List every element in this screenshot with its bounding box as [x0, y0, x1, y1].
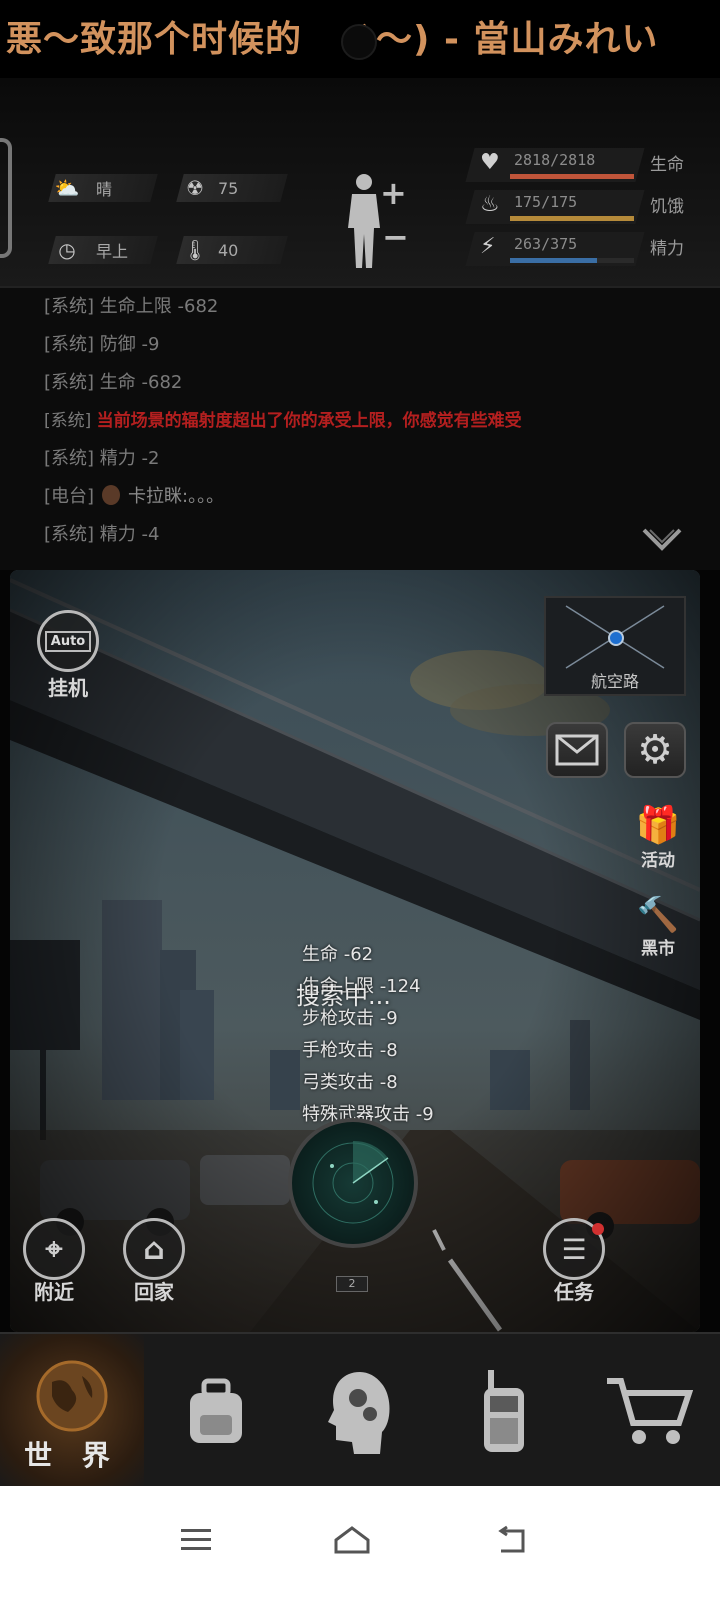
mail-button[interactable] [546, 722, 608, 778]
minimap[interactable]: 航空路 [544, 596, 686, 696]
music-title-banner: 悪～致那个时候的 ゞ～) - 當山みれい [0, 0, 720, 78]
auto-label: 挂机 [48, 676, 88, 700]
menu-icon [181, 1529, 211, 1550]
home-label: 回家 [134, 1280, 174, 1304]
temperature-value: 40 [218, 240, 239, 260]
vital-hunger: ♨ 175/175 饥饿 [465, 190, 720, 228]
tab-world[interactable]: 世 界 [0, 1334, 144, 1488]
hunger-value: 175/175 [514, 193, 578, 211]
shopping-cart-icon [607, 1378, 693, 1444]
tab-skills[interactable] [288, 1334, 432, 1488]
chevron-down-icon[interactable] [642, 526, 682, 556]
health-label: 生命 [650, 155, 684, 175]
log-line-alert: [系统] 当前场景的辐射度超出了你的承受上限，你感觉有些难受 [44, 411, 522, 431]
menu-button[interactable] [166, 1510, 226, 1570]
song-title: 悪～致那个时候的 ゞ～) - 當山みれい [6, 19, 659, 60]
radar-icon [312, 1140, 394, 1224]
tab-shop[interactable] [576, 1334, 720, 1488]
house-icon: ⌂ [123, 1218, 185, 1280]
game-screen: { "banner": { "text": "悪～致那个时候的 ゞ～) - 當山… [0, 0, 720, 1600]
log-line: [系统] 精力 -2 [44, 448, 160, 469]
weather-stat: ⛅ 晴 [48, 174, 158, 202]
radiation-stat: ☢ 75 [176, 174, 288, 202]
health-bar-fill [510, 174, 634, 179]
map-crosshair-icon [565, 605, 665, 669]
floating-stat: 弓类攻击 -8 [302, 1072, 398, 1093]
cloud-sun-icon: ⛅ [54, 176, 80, 200]
gavel-icon: 🔨 [636, 895, 680, 935]
log-line: [系统] 精力 -4 [44, 524, 160, 545]
camera-cutout [341, 24, 377, 60]
envelope-icon [555, 734, 599, 766]
searching-text: 搜索中... [296, 982, 391, 1010]
log-line-radio: [电台] 卡拉眯:。。。 [44, 485, 225, 507]
notification-dot [592, 1223, 604, 1235]
home-icon [334, 1526, 370, 1554]
radiation-icon: ☢ [186, 176, 204, 200]
task-list-icon: ☰ [543, 1218, 605, 1280]
hunger-bar-fill [510, 216, 634, 221]
vital-energy: ⚡ 263/375 精力 [465, 232, 720, 270]
thermometer-icon: 🌡 [182, 238, 208, 262]
tab-world-label: 世 界 [24, 1439, 120, 1472]
auto-icon: Auto [37, 610, 99, 672]
log-line: [系统] 生命 -682 [44, 372, 183, 393]
floating-stat: 手枪攻击 -8 [302, 1040, 398, 1061]
message-log[interactable]: [系统] 生命上限 -682 [系统] 防御 -9 [系统] 生命 -682 [… [0, 286, 720, 570]
black-market-button[interactable]: 🔨 黑市 [628, 896, 688, 959]
activity-button[interactable]: 🎁 活动 [628, 805, 688, 872]
zoom-out-icon[interactable]: − [382, 218, 409, 256]
gear-icon: ⚙ [637, 727, 673, 773]
auto-button[interactable]: Auto 挂机 [32, 610, 104, 701]
task-label: 任务 [554, 1280, 594, 1304]
tab-radio[interactable] [432, 1334, 576, 1488]
backpack-icon [190, 1378, 242, 1443]
nearby-button[interactable]: ⌖ 附近 [18, 1218, 90, 1305]
panel-bracket [0, 138, 12, 258]
energy-value: 263/375 [514, 235, 578, 253]
log-line: [系统] 生命上限 -682 [44, 296, 219, 317]
settings-button[interactable]: ⚙ [624, 722, 686, 778]
black-market-label: 黑市 [641, 939, 675, 959]
home-nav-button[interactable] [322, 1510, 382, 1570]
bottom-nav: 世 界 [0, 1332, 720, 1488]
floating-stat: 生命 -62 [302, 944, 374, 965]
time-value: 早上 [96, 242, 129, 261]
log-line: [系统] 防御 -9 [44, 334, 160, 355]
location-pin-icon: ⌖ [23, 1218, 85, 1280]
radio-avatar-icon [102, 485, 121, 505]
home-button[interactable]: ⌂ 回家 [118, 1218, 190, 1305]
radiation-value: 75 [218, 178, 239, 198]
location-label: 航空路 [590, 672, 639, 691]
gift-icon: 🎁 [635, 805, 681, 846]
health-value: 2818/2818 [514, 151, 596, 169]
task-button[interactable]: ☰ 任务 [538, 1218, 610, 1305]
activity-label: 活动 [641, 851, 675, 871]
stomach-icon: ♨ [480, 192, 500, 217]
tab-backpack[interactable] [144, 1334, 288, 1488]
weather-value: 晴 [96, 180, 113, 199]
head-gears-icon [328, 1372, 390, 1454]
system-navigation-bar [0, 1486, 720, 1600]
energy-icon: ⚡ [480, 234, 496, 259]
energy-bar-fill [510, 258, 597, 263]
nearby-label: 附近 [34, 1280, 74, 1304]
globe-icon [36, 1360, 108, 1432]
radar-level-badge: 2 [336, 1276, 368, 1292]
walkie-talkie-icon [484, 1370, 524, 1452]
time-stat: ◷ 早上 [48, 236, 158, 264]
status-panel: ⛅ 晴 ☢ 75 ◷ 早上 🌡 40 + − ♥ 2818/2818 生命 ♨ 175/… [0, 78, 720, 286]
radar-button[interactable] [288, 1118, 418, 1248]
back-icon [498, 1525, 525, 1553]
clock-icon: ◷ [58, 238, 76, 262]
heart-icon: ♥ [480, 150, 500, 175]
zoom-in-icon[interactable]: + [380, 174, 407, 212]
game-scene[interactable]: Auto 挂机 航空路 ⚙ 🎁 活动 🔨 黑市 生命 -62 生命上限 -124… [10, 570, 700, 1332]
temperature-stat: 🌡 40 [176, 236, 288, 264]
back-button[interactable] [480, 1510, 540, 1570]
hunger-label: 饥饿 [650, 197, 684, 217]
energy-label: 精力 [650, 239, 684, 259]
vital-health: ♥ 2818/2818 生命 [465, 148, 720, 186]
